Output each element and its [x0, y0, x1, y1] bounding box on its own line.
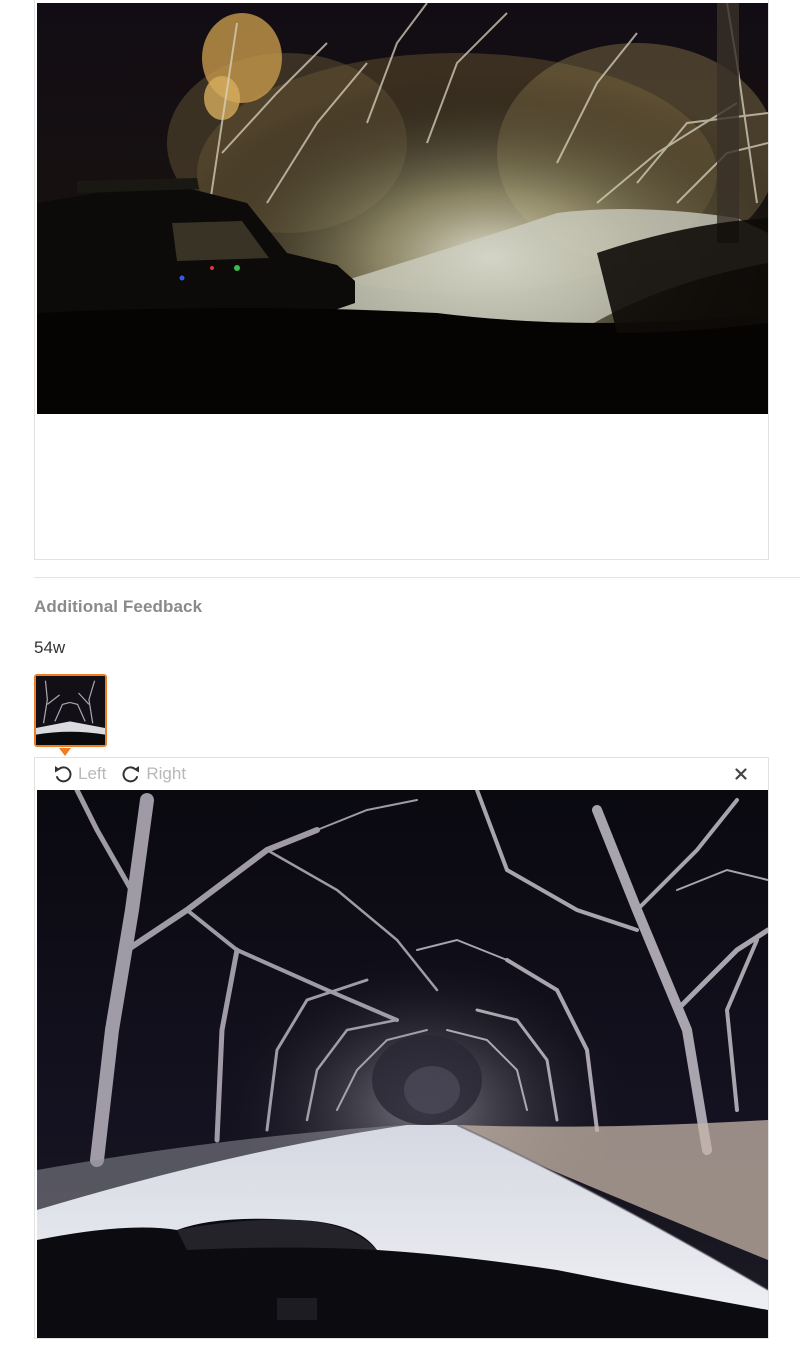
rotate-right-label: Right	[146, 764, 187, 783]
close-viewer-button[interactable]	[732, 764, 750, 784]
photo-thumbnail[interactable]	[34, 674, 107, 747]
section-divider	[34, 577, 800, 578]
additional-feedback-label: Additional Feedback	[34, 597, 203, 616]
viewer-toolbar: Left Right	[35, 758, 768, 790]
photo-viewer: Left Right	[34, 757, 769, 1339]
review-photo-card	[34, 0, 769, 560]
night-trail-photo[interactable]	[37, 3, 768, 414]
rotate-right-button[interactable]: Right	[120, 763, 186, 785]
thumbnail-selected-caret	[59, 748, 71, 756]
review-page: Additional Feedback 54w Left Right	[0, 0, 800, 1347]
night-road-photo[interactable]	[37, 790, 768, 1338]
rotate-left-label: Left	[78, 764, 107, 783]
additional-feedback-value: 54w	[34, 638, 66, 657]
rotate-right-icon	[122, 766, 140, 783]
rotate-left-button[interactable]: Left	[52, 763, 106, 785]
rotate-left-icon	[55, 766, 72, 783]
close-icon	[735, 768, 747, 780]
